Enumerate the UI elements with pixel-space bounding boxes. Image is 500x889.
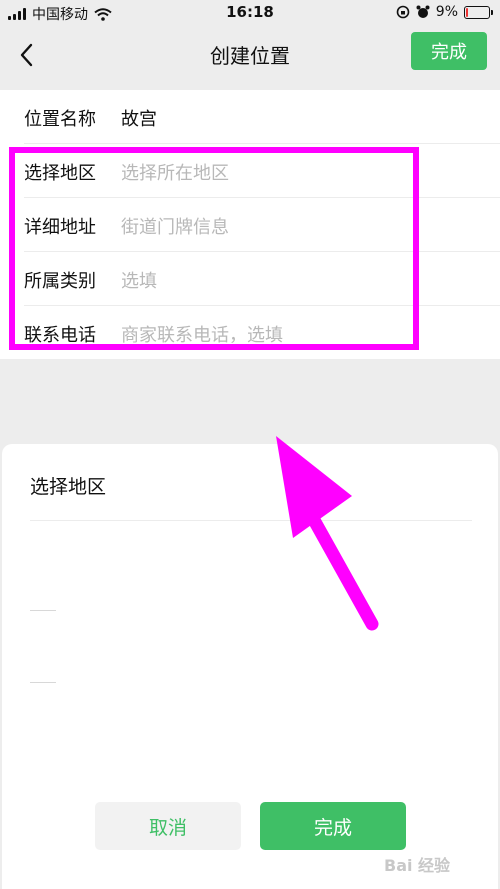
nav-bar: 创建位置 完成	[0, 26, 500, 90]
region-picker-sheet: 选择地区 取消 完成 Bai 经验	[2, 444, 498, 889]
rotation-lock-icon	[396, 5, 410, 19]
done-button[interactable]: 完成	[260, 802, 406, 850]
cancel-button[interactable]: 取消	[95, 802, 241, 850]
row-label: 位置名称	[24, 109, 96, 130]
sheet-divider	[30, 520, 472, 521]
alarm-icon	[416, 5, 430, 18]
sheet-title: 选择地区	[30, 476, 107, 498]
status-right: 9%	[396, 4, 493, 20]
battery-fill	[466, 7, 468, 17]
status-bar: 中国移动 16:18 9%	[0, 0, 500, 26]
annotation-highlight-box	[9, 147, 419, 350]
picker-line	[30, 610, 56, 611]
battery-percent: 9%	[435, 4, 458, 20]
location-name-value[interactable]: 故宫	[121, 105, 157, 131]
form-row-name[interactable]: 位置名称 故宫	[24, 90, 500, 144]
baidu-watermark: Bai 经验	[384, 856, 451, 875]
battery-icon	[464, 5, 493, 19]
done-button-top[interactable]: 完成	[411, 32, 487, 70]
picker-line	[30, 682, 56, 683]
